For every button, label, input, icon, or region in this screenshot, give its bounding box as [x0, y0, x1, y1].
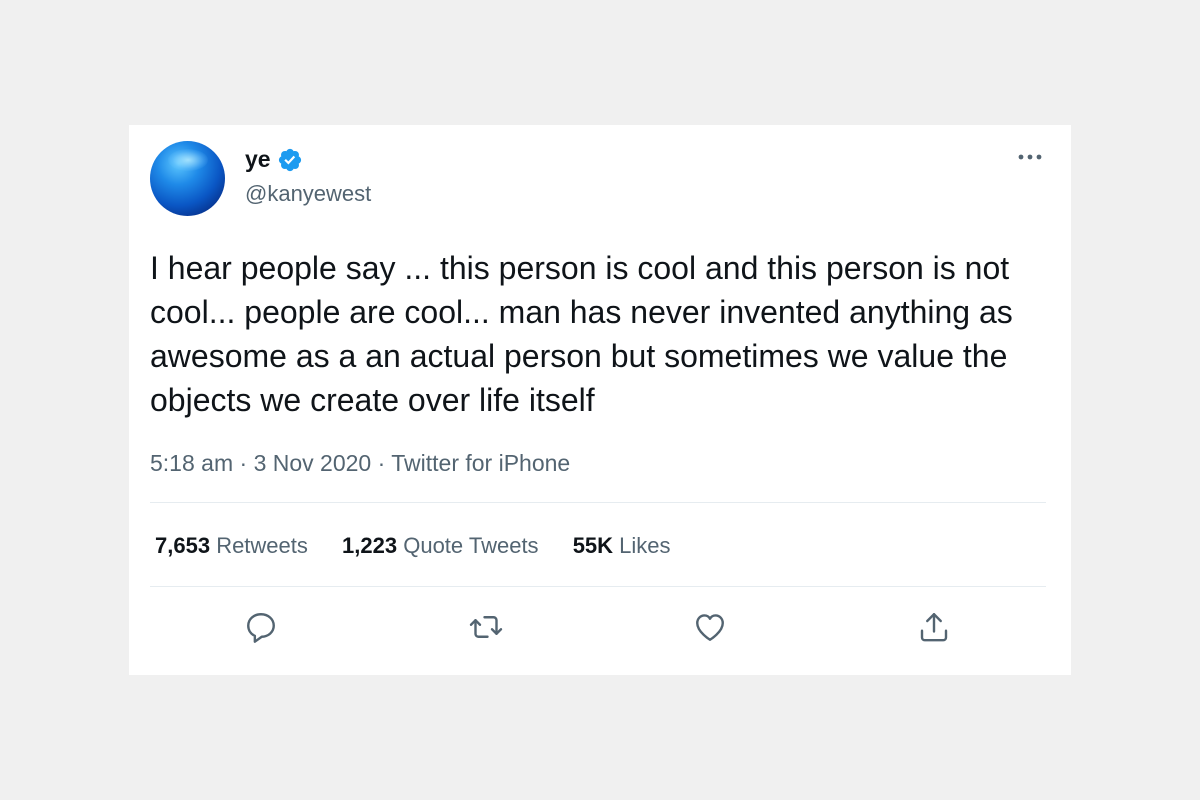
likes-stat[interactable]: 55K Likes [573, 531, 671, 561]
verified-badge-icon [278, 148, 302, 172]
meta-separator: · [239, 450, 248, 476]
tweet-card: ye @kanyewest I hear people say ... this… [129, 125, 1071, 675]
tweet-text: I hear people say ... this person is coo… [150, 250, 1013, 418]
divider [150, 502, 1046, 503]
tweet-date[interactable]: 3 Nov 2020 [254, 450, 372, 476]
retweets-count: 7,653 [155, 533, 211, 558]
tweet-stats: 7,653 Retweets 1,223 Quote Tweets 55K Li… [155, 531, 699, 561]
user-handle[interactable]: @kanyewest [245, 180, 371, 208]
quote-tweets-label: Quote Tweets [403, 533, 539, 558]
avatar[interactable] [150, 141, 225, 216]
tweet-meta: 5:18 am · 3 Nov 2020 · Twitter for iPhon… [150, 448, 570, 478]
avatar-highlight [168, 149, 208, 171]
divider [150, 586, 1046, 587]
heart-icon[interactable] [692, 609, 728, 645]
action-bar [129, 609, 1071, 645]
tweet-time[interactable]: 5:18 am [150, 450, 233, 476]
more-icon[interactable] [1015, 147, 1045, 167]
likes-label: Likes [619, 533, 671, 558]
retweet-icon[interactable] [468, 609, 504, 645]
retweets-label: Retweets [216, 533, 308, 558]
quote-tweets-stat[interactable]: 1,223 Quote Tweets [342, 531, 539, 561]
quote-tweets-count: 1,223 [342, 533, 398, 558]
reply-icon[interactable] [243, 609, 279, 645]
retweets-stat[interactable]: 7,653 Retweets [155, 531, 308, 561]
meta-separator: · [377, 450, 386, 476]
tweet-source[interactable]: Twitter for iPhone [391, 450, 570, 476]
share-icon[interactable] [916, 609, 952, 645]
likes-count: 55K [572, 533, 614, 558]
display-name[interactable]: ye [245, 145, 271, 173]
